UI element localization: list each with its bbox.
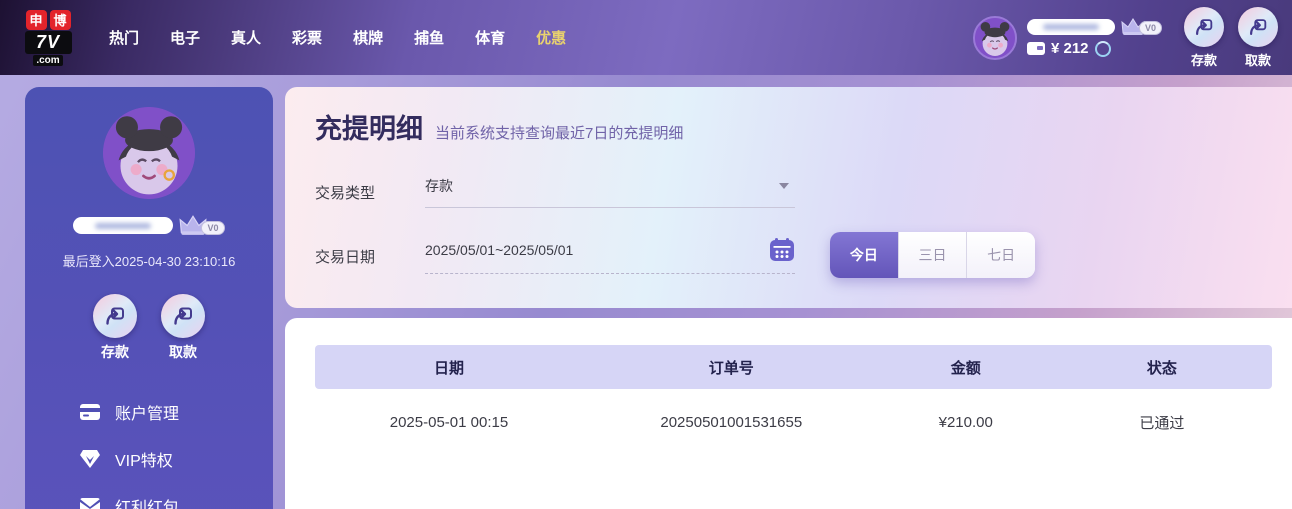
nav-item-promos[interactable]: 优惠 xyxy=(536,27,566,48)
col-header-status: 状态 xyxy=(1146,359,1177,377)
withdraw-button[interactable]: 取款 xyxy=(1238,6,1278,69)
cell-order-number: 20250501001531655 xyxy=(660,413,803,431)
balance-amount: ¥ 212 xyxy=(1050,40,1089,57)
table-row: 2025-05-01 00:15 20250501001531655 ¥210.… xyxy=(315,389,1272,455)
sidebar-deposit-button[interactable]: 存款 xyxy=(93,294,137,362)
logo-7v: 7V xyxy=(24,30,72,54)
nav-item-cards[interactable]: 棋牌 xyxy=(353,27,383,48)
transaction-date-input[interactable]: 2025/05/01~2025/05/01 xyxy=(425,238,795,274)
vip-gem-icon xyxy=(80,449,100,469)
sidebar-username-redacted xyxy=(73,217,174,234)
sidebar-item-label: 红利红包 xyxy=(115,499,180,509)
nav-item-live[interactable]: 真人 xyxy=(231,27,261,48)
table-header: 日期 订单号 金额 状态 xyxy=(315,345,1272,389)
main-nav: 热门 电子 真人 彩票 棋牌 捕鱼 体育 优惠 xyxy=(109,27,566,48)
calendar-icon[interactable] xyxy=(769,238,795,262)
vip-level-badge: V0 xyxy=(1138,21,1162,35)
sidebar: V0 最后登入2025-04-30 23:10:16 存款 取款 账户管理 VI… xyxy=(25,87,273,509)
sidebar-vip-level-badge: V0 xyxy=(201,221,225,235)
sidebar-deposit-label: 存款 xyxy=(101,344,129,360)
status-badge: 已通过 xyxy=(1139,414,1185,432)
nav-item-slots[interactable]: 电子 xyxy=(170,27,200,48)
sidebar-item-account[interactable]: 账户管理 xyxy=(25,388,273,435)
transaction-type-label: 交易类型 xyxy=(315,184,376,202)
transfer-in-icon xyxy=(106,307,124,325)
col-header-date: 日期 xyxy=(433,359,464,377)
sidebar-menu: 账户管理 VIP特权 红利红包 xyxy=(25,388,273,509)
transaction-type-select[interactable]: 存款 xyxy=(425,176,795,208)
logo-com: .com xyxy=(33,54,63,66)
transaction-date-value: 2025/05/01~2025/05/01 xyxy=(425,242,574,258)
sidebar-withdraw-button[interactable]: 取款 xyxy=(161,294,205,362)
avatar[interactable] xyxy=(972,15,1017,60)
logo-char-bo: 博 xyxy=(49,9,71,30)
range-7days-button[interactable]: 七日 xyxy=(966,232,1035,278)
wallet-icon xyxy=(1026,42,1045,55)
deposit-label: 存款 xyxy=(1190,52,1217,68)
withdraw-label: 取款 xyxy=(1244,52,1271,68)
nav-item-lottery[interactable]: 彩票 xyxy=(292,27,322,48)
site-logo[interactable]: 申 博 7V .com xyxy=(22,9,74,66)
range-today-button[interactable]: 今日 xyxy=(830,232,898,278)
transfer-out-icon xyxy=(1250,18,1267,35)
col-header-amount: 金额 xyxy=(950,359,981,377)
refresh-balance-icon[interactable] xyxy=(1094,40,1111,57)
deposit-button[interactable]: 存款 xyxy=(1184,6,1224,69)
sidebar-item-bonus[interactable]: 红利红包 xyxy=(25,482,273,509)
username-redacted xyxy=(1026,19,1115,35)
date-range-toggle: 今日 三日 七日 xyxy=(830,232,1035,278)
page-title: 充提明细 xyxy=(315,114,423,144)
transfer-in-icon xyxy=(1196,18,1213,35)
red-envelope-icon xyxy=(80,496,100,509)
logo-char-shen: 申 xyxy=(25,9,47,30)
filter-panel: 充提明细 当前系统支持查询最近7日的充提明细 交易类型 存款 交易日期 2025… xyxy=(285,87,1292,308)
cell-date: 2025-05-01 00:15 xyxy=(389,413,509,431)
transaction-type-value: 存款 xyxy=(425,178,453,194)
sidebar-item-vip[interactable]: VIP特权 xyxy=(25,435,273,482)
range-3days-button[interactable]: 三日 xyxy=(897,232,967,278)
nav-item-sports[interactable]: 体育 xyxy=(475,27,505,48)
sidebar-item-label: VIP特权 xyxy=(115,452,173,470)
sidebar-avatar-image xyxy=(103,107,195,199)
page-subtitle: 当前系统支持查询最近7日的充提明细 xyxy=(435,125,684,142)
sidebar-item-label: 账户管理 xyxy=(115,405,180,423)
user-area: V0 ¥ 212 存款 取款 xyxy=(972,6,1278,69)
bank-card-icon xyxy=(80,402,100,422)
nav-item-fishing[interactable]: 捕鱼 xyxy=(414,27,444,48)
sidebar-avatar[interactable] xyxy=(103,107,195,199)
col-header-order: 订单号 xyxy=(708,359,754,377)
last-login-text: 最后登入2025-04-30 23:10:16 xyxy=(62,254,236,269)
records-panel: 日期 订单号 金额 状态 2025-05-01 00:15 2025050100… xyxy=(285,318,1292,509)
sidebar-withdraw-label: 取款 xyxy=(169,344,197,360)
top-navbar: 申 博 7V .com 热门 电子 真人 彩票 棋牌 捕鱼 体育 优惠 V0 ¥… xyxy=(0,0,1292,75)
chevron-down-icon[interactable] xyxy=(779,183,789,189)
cell-amount: ¥210.00 xyxy=(938,413,993,431)
transaction-date-label: 交易日期 xyxy=(315,248,376,266)
avatar-image xyxy=(974,17,1015,58)
transfer-out-icon xyxy=(174,307,192,325)
nav-item-hot[interactable]: 热门 xyxy=(109,27,139,48)
